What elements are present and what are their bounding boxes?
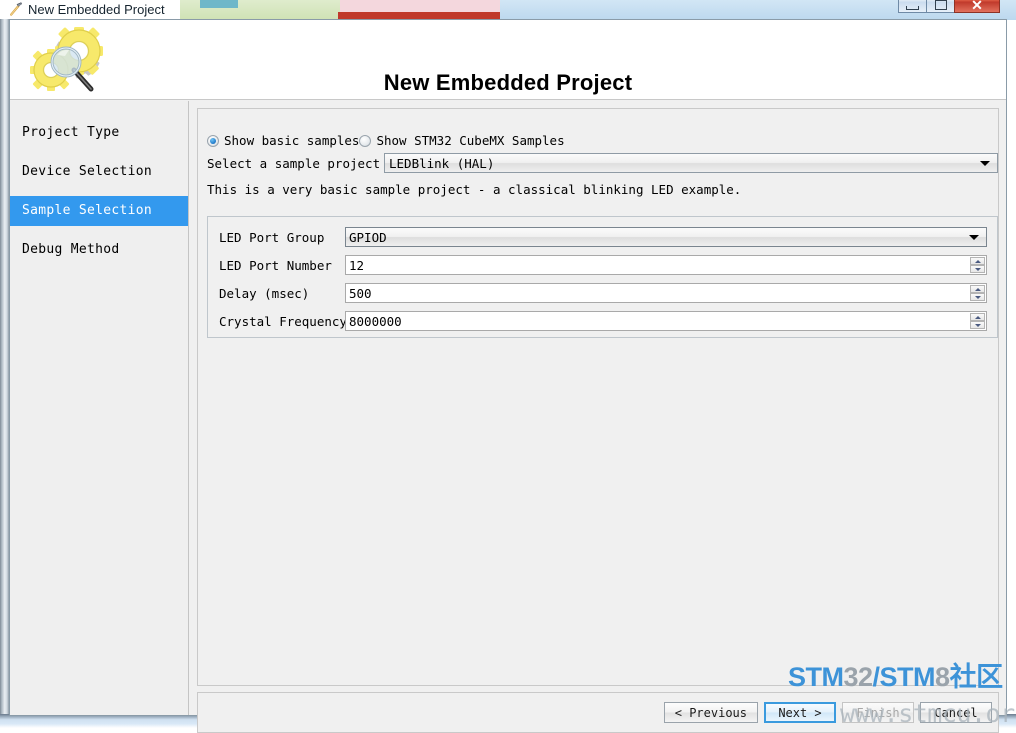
finish-button: Finish	[842, 702, 914, 723]
window-controls: ✕	[898, 0, 1000, 14]
stepper-down-icon[interactable]	[970, 321, 985, 329]
next-button[interactable]: Next >	[764, 702, 836, 723]
window-left-border	[0, 19, 9, 716]
maximize-icon	[934, 0, 947, 10]
led-port-group-value: GPIOD	[349, 229, 387, 245]
led-port-number-value: 12	[349, 257, 365, 273]
crystal-frequency-value: 8000000	[349, 313, 402, 329]
stepper-down-icon[interactable]	[970, 293, 985, 301]
radio-show-cubemx-samples[interactable]: Show STM32 CubeMX Samples	[359, 133, 565, 148]
new-embedded-project-dialog: New Embedded Project Project Type Device…	[9, 19, 1007, 733]
wizard-navigation-buttons: < Previous Next > Finish Cancel	[663, 702, 992, 723]
sample-parameters-group: LED Port Group GPIOD LED Port Number 12	[207, 216, 998, 338]
led-port-number-input[interactable]: 12	[345, 255, 987, 275]
sidebar-item-sample-selection[interactable]: Sample Selection	[10, 196, 188, 226]
sample-description: This is a very basic sample project - a …	[207, 182, 742, 197]
crystal-frequency-stepper[interactable]	[970, 313, 985, 329]
dialog-footer: < Previous Next > Finish Cancel	[197, 692, 999, 733]
chevron-down-icon	[969, 235, 979, 240]
sidebar-item-debug-method[interactable]: Debug Method	[10, 235, 188, 265]
sidebar-item-device-selection[interactable]: Device Selection	[10, 157, 188, 187]
param-row-led-port-group: LED Port Group GPIOD	[219, 227, 987, 247]
page-title: New Embedded Project	[383, 70, 633, 95]
param-label-led-port-group: LED Port Group	[219, 229, 325, 245]
stepper-down-icon[interactable]	[970, 265, 985, 273]
dialog-header: New Embedded Project	[10, 20, 1006, 100]
sample-mode-radio-group: Show basic samples Show STM32 CubeMX Sam…	[207, 133, 565, 148]
param-label-led-port-number: LED Port Number	[219, 257, 332, 273]
radio-show-cubemx-samples-label: Show STM32 CubeMX Samples	[376, 133, 565, 148]
radio-show-basic-samples-label: Show basic samples	[224, 133, 360, 148]
wizard-hammer-icon	[8, 1, 24, 17]
window-titlebar[interactable]: New Embedded Project	[0, 0, 1016, 19]
delay-input[interactable]: 500	[345, 283, 987, 303]
close-button[interactable]: ✕	[954, 0, 1000, 13]
stepper-up-icon[interactable]	[970, 313, 985, 321]
param-label-delay: Delay (msec)	[219, 285, 310, 301]
sample-project-dropdown[interactable]: LEDBlink (HAL)	[384, 153, 998, 173]
delay-stepper[interactable]	[970, 285, 985, 301]
stepper-up-icon[interactable]	[970, 257, 985, 265]
radio-checked-icon	[207, 134, 219, 147]
crystal-frequency-input[interactable]: 8000000	[345, 311, 987, 331]
maximize-button[interactable]	[926, 0, 955, 13]
minimize-icon	[906, 6, 919, 10]
cancel-button[interactable]: Cancel	[920, 702, 992, 723]
led-port-group-dropdown[interactable]: GPIOD	[345, 227, 987, 247]
sample-selection-pane: Show basic samples Show STM32 CubeMX Sam…	[197, 108, 999, 686]
window-title: New Embedded Project	[28, 2, 165, 17]
sidebar-item-project-type[interactable]: Project Type	[10, 118, 188, 148]
param-row-crystal-frequency: Crystal Frequency 8000000	[219, 311, 987, 331]
param-label-crystal-frequency: Crystal Frequency	[219, 313, 347, 329]
radio-unchecked-icon	[359, 134, 372, 147]
param-row-delay: Delay (msec) 500	[219, 283, 987, 303]
radio-show-basic-samples[interactable]: Show basic samples	[207, 133, 359, 148]
close-icon: ✕	[971, 0, 983, 13]
param-row-led-port-number: LED Port Number 12	[219, 255, 987, 275]
minimize-button[interactable]	[898, 0, 927, 13]
wizard-step-sidebar: Project Type Device Selection Sample Sel…	[10, 101, 189, 715]
chevron-down-icon	[980, 161, 990, 166]
sample-project-value: LEDBlink (HAL)	[389, 155, 495, 171]
previous-button[interactable]: < Previous	[663, 702, 758, 723]
delay-value: 500	[349, 285, 372, 301]
stepper-up-icon[interactable]	[970, 285, 985, 293]
led-port-number-stepper[interactable]	[970, 257, 985, 273]
